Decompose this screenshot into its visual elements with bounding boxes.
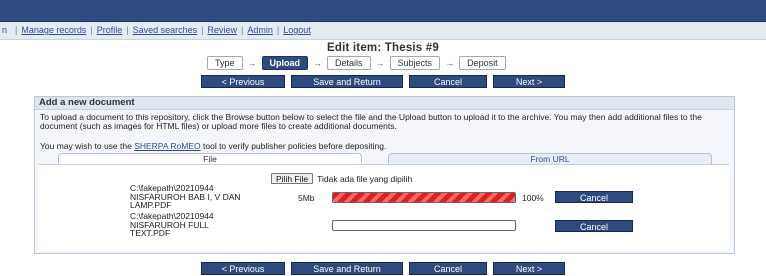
menu-separator: | [201, 25, 204, 35]
menu-admin-link[interactable]: Admin [247, 25, 273, 35]
workflow-step-deposit[interactable]: Deposit [459, 56, 506, 70]
workflow-arrow-icon: → [445, 58, 455, 68]
main-menu: n | Manage records | Profile | Saved searches |… [0, 22, 766, 40]
previous-button[interactable]: < Previous [201, 75, 285, 88]
menu-separator: | [90, 25, 93, 35]
cancel-button[interactable]: Cancel [409, 75, 487, 88]
menu-review-link[interactable]: Review [208, 25, 238, 35]
upload-file-size: 5Mb [298, 193, 315, 203]
workflow-arrow-icon: → [313, 58, 323, 68]
workflow-arrow-icon: → [247, 58, 257, 68]
file-upload-area: Pilih File Tidak ada file yang dipilih C… [38, 164, 729, 251]
save-and-return-button[interactable]: Save and Return [291, 262, 403, 275]
upload-file-name: C:\fakepath\20210944 NISFARUROH BAB I, V… [130, 184, 241, 210]
file-chooser-status: Tidak ada file yang dipilih [317, 173, 413, 184]
menu-separator: | [126, 25, 129, 35]
upload-file-name: C:\fakepath\20210944 NISFARUROH FULL TEX… [130, 212, 214, 238]
menu-leading-fragment: n [2, 25, 8, 35]
next-button[interactable]: Next > [493, 262, 565, 275]
upload-progress-bar [332, 220, 516, 231]
bottom-action-buttons: < Previous Save and Return Cancel Next > [0, 262, 766, 275]
file-chooser: Pilih File Tidak ada file yang dipilih [271, 173, 412, 184]
workflow-step-type[interactable]: Type [207, 56, 243, 70]
next-button[interactable]: Next > [493, 75, 565, 88]
upload-progress-bar [332, 192, 516, 203]
file-name-line: TEXT.PDF [130, 228, 171, 238]
save-and-return-button[interactable]: Save and Return [291, 75, 403, 88]
upload-progress-fill [333, 193, 515, 202]
cancel-upload-button[interactable]: Cancel [555, 191, 633, 203]
tab-file[interactable]: File [58, 153, 362, 164]
sherpa-note: You may wish to use the SHERPA RoMEO too… [40, 142, 730, 151]
workflow-steps: Type → Upload → Details → Subjects → Dep… [207, 56, 506, 70]
sherpa-romeo-link[interactable]: SHERPA RoMEO [134, 141, 200, 151]
sherpa-note-suffix: tool to verify publisher policies before… [200, 141, 387, 151]
upload-tabs: File From URL [58, 153, 712, 164]
add-document-panel: Add a new document To upload a document … [34, 96, 735, 254]
workflow-arrow-icon: → [375, 58, 385, 68]
workflow-step-upload[interactable]: Upload [261, 56, 309, 70]
menu-separator: | [241, 25, 244, 35]
choose-file-button[interactable]: Pilih File [271, 173, 314, 184]
workflow-step-subjects[interactable]: Subjects [389, 56, 441, 70]
menu-saved-searches-link[interactable]: Saved searches [133, 25, 198, 35]
tab-from-url[interactable]: From URL [388, 153, 712, 164]
upload-instructions: To upload a document to this repository,… [40, 112, 702, 131]
cancel-upload-button[interactable]: Cancel [555, 220, 633, 232]
file-name-line: LAMP.PDF [130, 200, 172, 210]
page-title: Edit item: Thesis #9 [326, 42, 439, 54]
previous-button[interactable]: < Previous [201, 262, 285, 275]
panel-heading: Add a new document [35, 97, 734, 110]
menu-profile-link[interactable]: Profile [97, 25, 123, 35]
sherpa-note-prefix: You may wish to use the [40, 141, 135, 151]
top-header-bar [0, 0, 766, 22]
top-action-buttons: < Previous Save and Return Cancel Next > [0, 75, 766, 88]
workflow-step-details[interactable]: Details [327, 56, 371, 70]
menu-manage-records-link[interactable]: Manage records [21, 25, 86, 35]
menu-separator: | [15, 25, 18, 35]
upload-progress-percent: 100% [522, 193, 544, 203]
menu-logout-link[interactable]: Logout [283, 25, 311, 35]
menu-separator: | [276, 25, 280, 35]
cancel-button[interactable]: Cancel [409, 262, 487, 275]
